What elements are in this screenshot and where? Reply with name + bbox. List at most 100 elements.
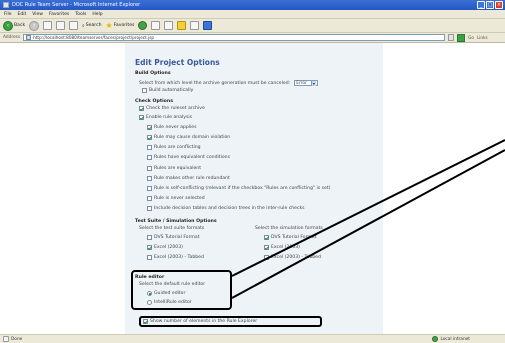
rule-check-row: Rule never applies — [147, 125, 197, 130]
print-icon[interactable] — [164, 21, 174, 30]
build-options-heading: Build Options — [135, 71, 171, 76]
sim-format-row: DVS Tutorial Format — [264, 235, 317, 240]
rule-check-checkbox[interactable] — [147, 145, 152, 150]
rule-check-row: Include decision tables and decision tre… — [147, 206, 305, 211]
links-label[interactable]: Links — [477, 35, 488, 40]
rule-check-checkbox[interactable] — [147, 155, 152, 160]
archive-level-value: Error — [296, 80, 307, 86]
build-auto-row: Build automatically — [142, 88, 193, 93]
test-format-checkbox[interactable] — [147, 255, 152, 260]
sim-format-row: Excel (2003) — [264, 245, 300, 250]
rule-check-label: Rules have equivalent conditions — [154, 155, 230, 160]
archive-level-row: Select from which level the archive gene… — [139, 80, 318, 86]
test-format-row: Excel (2003) — [147, 245, 183, 250]
rule-check-checkbox[interactable] — [147, 196, 152, 201]
rule-editor-highlight — [131, 270, 232, 310]
sim-format-label: DVS Tutorial Format — [271, 235, 317, 240]
check-ruleset-row: Check the ruleset archive — [139, 106, 205, 111]
check-ruleset-checkbox[interactable] — [139, 106, 144, 111]
rule-check-checkbox[interactable] — [147, 125, 152, 130]
window-controls: _ □ × — [477, 1, 503, 9]
rule-check-label: Rule may cause domain violation — [154, 135, 231, 140]
rule-check-label: Rule never applies — [154, 125, 197, 130]
sim-format-checkbox[interactable] — [264, 255, 269, 260]
rule-check-checkbox[interactable] — [147, 166, 152, 171]
menu-file[interactable]: File — [4, 12, 12, 17]
sim-formats-caption: Select the simulation formats — [255, 226, 323, 231]
rule-check-checkbox[interactable] — [147, 206, 152, 211]
rule-check-label: Rule is never selected — [154, 196, 205, 201]
go-arrow-icon[interactable] — [457, 33, 466, 42]
status-bar: Done Local intranet — [0, 334, 505, 343]
test-format-checkbox[interactable] — [147, 235, 152, 240]
sim-format-checkbox[interactable] — [264, 235, 269, 240]
enable-analysis-checkbox[interactable] — [139, 115, 144, 120]
test-suite-heading: Test Suite / Simulation Options — [135, 219, 217, 224]
mail-icon[interactable] — [151, 21, 161, 30]
menu-view[interactable]: View — [32, 12, 43, 17]
test-formats-caption: Select the test suite formats — [139, 226, 205, 231]
rule-check-row: Rule is never selected — [147, 196, 205, 201]
menu-help[interactable]: Help — [92, 12, 102, 17]
favorites-button[interactable]: ★ Favorites — [106, 21, 135, 30]
back-label: Back — [14, 23, 26, 28]
check-ruleset-label: Check the ruleset archive — [146, 106, 205, 111]
maximize-button[interactable]: □ — [486, 1, 494, 9]
zone-label: Local intranet — [440, 336, 470, 342]
favorites-label: Favorites — [113, 23, 135, 28]
folder-icon[interactable] — [177, 21, 187, 30]
menu-tools[interactable]: Tools — [75, 12, 86, 17]
forward-button[interactable]: › — [29, 20, 40, 31]
chevron-down-icon: ▾ — [310, 80, 316, 86]
search-icon: ⌕ — [82, 23, 85, 29]
rule-check-checkbox[interactable] — [147, 186, 152, 191]
rule-check-label: Rule is self-conflicting (relevant if th… — [154, 186, 331, 191]
rule-check-row: Rule may cause domain violation — [147, 135, 230, 140]
test-format-checkbox[interactable] — [147, 245, 152, 250]
history-icon[interactable] — [138, 21, 148, 30]
rule-check-label: Include decision tables and decision tre… — [154, 206, 305, 211]
menu-edit[interactable]: Edit — [18, 12, 27, 17]
sim-format-row: Excel (2003) - Tabbed — [264, 255, 321, 260]
explorer-option-highlight — [139, 316, 322, 327]
test-format-row: Excel (2003) - Tabbed — [147, 255, 204, 260]
go-label[interactable]: Go — [468, 35, 474, 40]
intranet-globe-icon — [432, 336, 439, 342]
rule-check-row: Rules are conflicting — [147, 145, 201, 150]
security-zone: Local intranet — [432, 336, 470, 342]
build-auto-checkbox[interactable] — [142, 88, 147, 93]
search-button[interactable]: ⌕ Search — [82, 23, 101, 29]
sim-format-label: Excel (2003) — [271, 245, 300, 250]
minimize-button[interactable]: _ — [477, 1, 485, 9]
sim-format-checkbox[interactable] — [264, 245, 269, 250]
page-icon — [26, 35, 32, 40]
back-arrow-icon: ‹ — [3, 20, 13, 31]
rule-check-label: Rules are conflicting — [154, 145, 201, 150]
refresh-icon[interactable] — [56, 21, 66, 30]
address-label: Address — [3, 35, 21, 40]
test-format-label: Excel (2003) — [154, 245, 183, 250]
url-dropdown-button[interactable] — [448, 34, 455, 41]
rule-check-label: Rule makes other rule redundant — [154, 176, 230, 181]
close-button[interactable]: × — [495, 1, 503, 9]
status-page-icon — [3, 336, 9, 342]
archive-level-text: Select from which level the archive gene… — [139, 80, 291, 86]
menu-bar: File Edit View Favorites Tools Help — [0, 10, 505, 19]
rule-check-row: Rule is self-conflicting (relevant if th… — [147, 186, 330, 191]
menu-favorites[interactable]: Favorites — [49, 12, 69, 17]
archive-level-select[interactable]: Error ▾ — [294, 80, 318, 86]
rule-check-row: Rule makes other rule redundant — [147, 176, 230, 181]
edit-page-icon[interactable] — [190, 21, 200, 30]
enable-analysis-label: Enable rule analysis — [146, 115, 193, 120]
rule-check-checkbox[interactable] — [147, 135, 152, 140]
messenger-icon[interactable] — [203, 21, 213, 30]
status-text: Done — [11, 336, 23, 342]
back-button[interactable]: ‹ Back — [3, 20, 26, 31]
ie-app-icon — [3, 2, 9, 8]
home-icon[interactable] — [69, 21, 79, 30]
stop-icon[interactable] — [43, 21, 53, 30]
check-options-heading: Check Options — [135, 99, 174, 104]
url-input[interactable]: http://localhost:8080/teamserver/faces/p… — [23, 34, 446, 41]
search-label: Search — [85, 23, 102, 28]
rule-check-checkbox[interactable] — [147, 176, 152, 181]
